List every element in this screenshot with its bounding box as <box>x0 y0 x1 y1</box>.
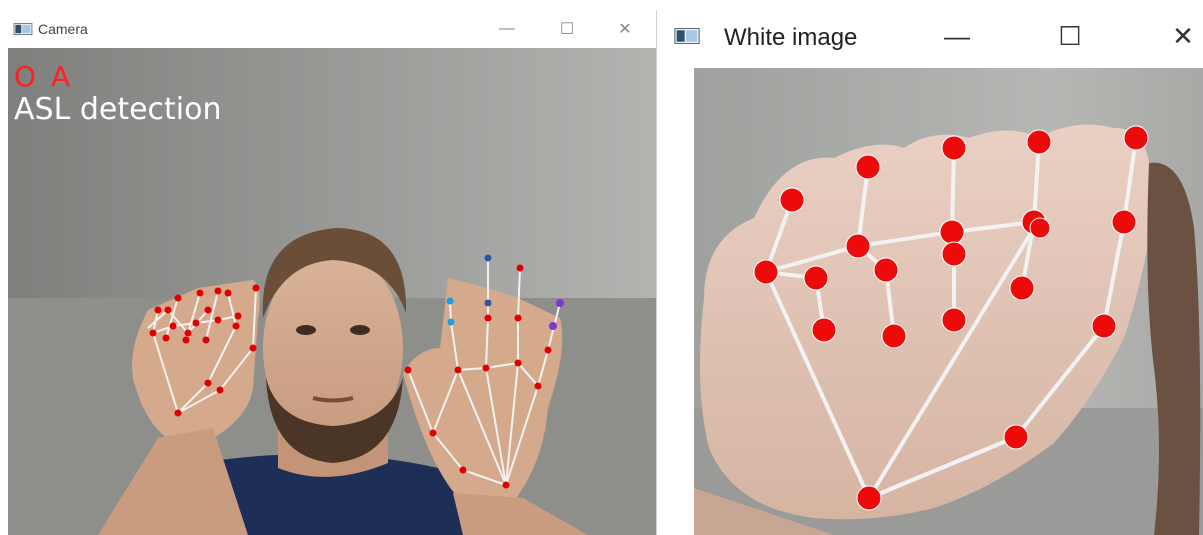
window-app-icon <box>13 23 33 35</box>
close-button[interactable]: ✕ <box>1158 16 1203 56</box>
landmark-dot <box>202 336 210 344</box>
camera-titlebar[interactable]: Camera — ☐ ✕ <box>0 10 656 48</box>
landmark-dot <box>214 316 222 324</box>
camera-window: Camera — ☐ ✕ O A ASL detection <box>0 10 657 535</box>
landmark-dot <box>192 319 200 327</box>
landmark-dot <box>856 485 882 511</box>
detection-label: ASL detection <box>14 92 222 127</box>
landmark-dot <box>941 135 967 161</box>
close-button[interactable]: ✕ <box>603 14 647 44</box>
landmark-dot <box>1026 129 1052 155</box>
landmark-dot <box>149 329 157 337</box>
landmark-dot <box>516 264 524 272</box>
landmark-dot <box>941 307 967 333</box>
landmark-dot <box>811 317 837 343</box>
left-eye <box>296 325 316 335</box>
landmark-dot <box>182 336 190 344</box>
landmark-dot <box>224 289 232 297</box>
landmark-dot <box>204 379 212 387</box>
landmark-dot <box>514 314 522 322</box>
landmark-dot <box>232 322 240 330</box>
landmark-dot <box>249 344 257 352</box>
landmark-dot <box>184 329 192 337</box>
prediction-text: O A <box>14 60 74 93</box>
landmark-dot <box>164 306 172 314</box>
landmark-dot <box>514 359 522 367</box>
white-image-window-title: White image <box>724 24 858 51</box>
landmark-dot <box>252 284 260 292</box>
landmark-dot <box>234 312 242 320</box>
minimize-button[interactable]: — <box>932 16 982 56</box>
landmark-dot <box>214 287 222 295</box>
landmark-dot <box>154 306 162 314</box>
landmark-dot <box>484 314 492 322</box>
landmark-dot <box>484 299 492 307</box>
landmark-dot <box>459 466 467 474</box>
landmark-dot <box>502 481 510 489</box>
landmark-dot <box>169 322 177 330</box>
landmark-dot <box>534 382 542 390</box>
landmark-dot <box>484 254 492 262</box>
landmark-dot <box>941 241 967 267</box>
window-app-icon <box>674 27 700 45</box>
white-image-titlebar[interactable]: White image — ☐ ✕ <box>660 10 1203 68</box>
landmark-dot <box>174 409 182 417</box>
landmark-dot <box>196 289 204 297</box>
landmark-dot <box>803 265 829 291</box>
landmark-dot <box>855 154 881 180</box>
right-eye <box>350 325 370 335</box>
landmark-dot <box>216 386 224 394</box>
landmark-dot <box>482 364 490 372</box>
landmark-dot <box>1003 424 1029 450</box>
camera-window-title: Camera <box>38 21 88 37</box>
landmark-dot <box>429 429 437 437</box>
landmark-dot <box>1123 125 1149 151</box>
minimize-button[interactable]: — <box>485 14 529 44</box>
maximize-button[interactable]: ☐ <box>545 14 589 44</box>
landmark-dot <box>1111 209 1137 235</box>
landmark-dot <box>556 299 564 307</box>
landmark-dot <box>881 323 907 349</box>
landmark-dot <box>174 294 182 302</box>
landmark-dot <box>873 257 899 283</box>
landmark-dot <box>544 346 552 354</box>
landmark-dot <box>779 187 805 213</box>
maximize-button[interactable]: ☐ <box>1045 16 1095 56</box>
white-image-frame <box>694 68 1203 535</box>
landmark-dot <box>1091 313 1117 339</box>
landmark-dot <box>845 233 871 259</box>
landmark-dot <box>549 322 557 330</box>
landmark-dot <box>204 306 212 314</box>
landmark-dot <box>447 318 455 326</box>
landmark-dot <box>162 334 170 342</box>
landmark-dot <box>1009 275 1035 301</box>
landmark-dot <box>939 219 965 245</box>
white-image-canvas <box>694 68 1203 535</box>
landmark-dot <box>753 259 779 285</box>
landmark-dot <box>454 366 462 374</box>
white-image-window: White image — ☐ ✕ <box>660 10 1203 535</box>
landmark-dot <box>404 366 412 374</box>
camera-feed: O A ASL detection <box>8 48 656 535</box>
landmark-dot <box>1029 217 1051 239</box>
landmark-dot <box>446 297 454 305</box>
